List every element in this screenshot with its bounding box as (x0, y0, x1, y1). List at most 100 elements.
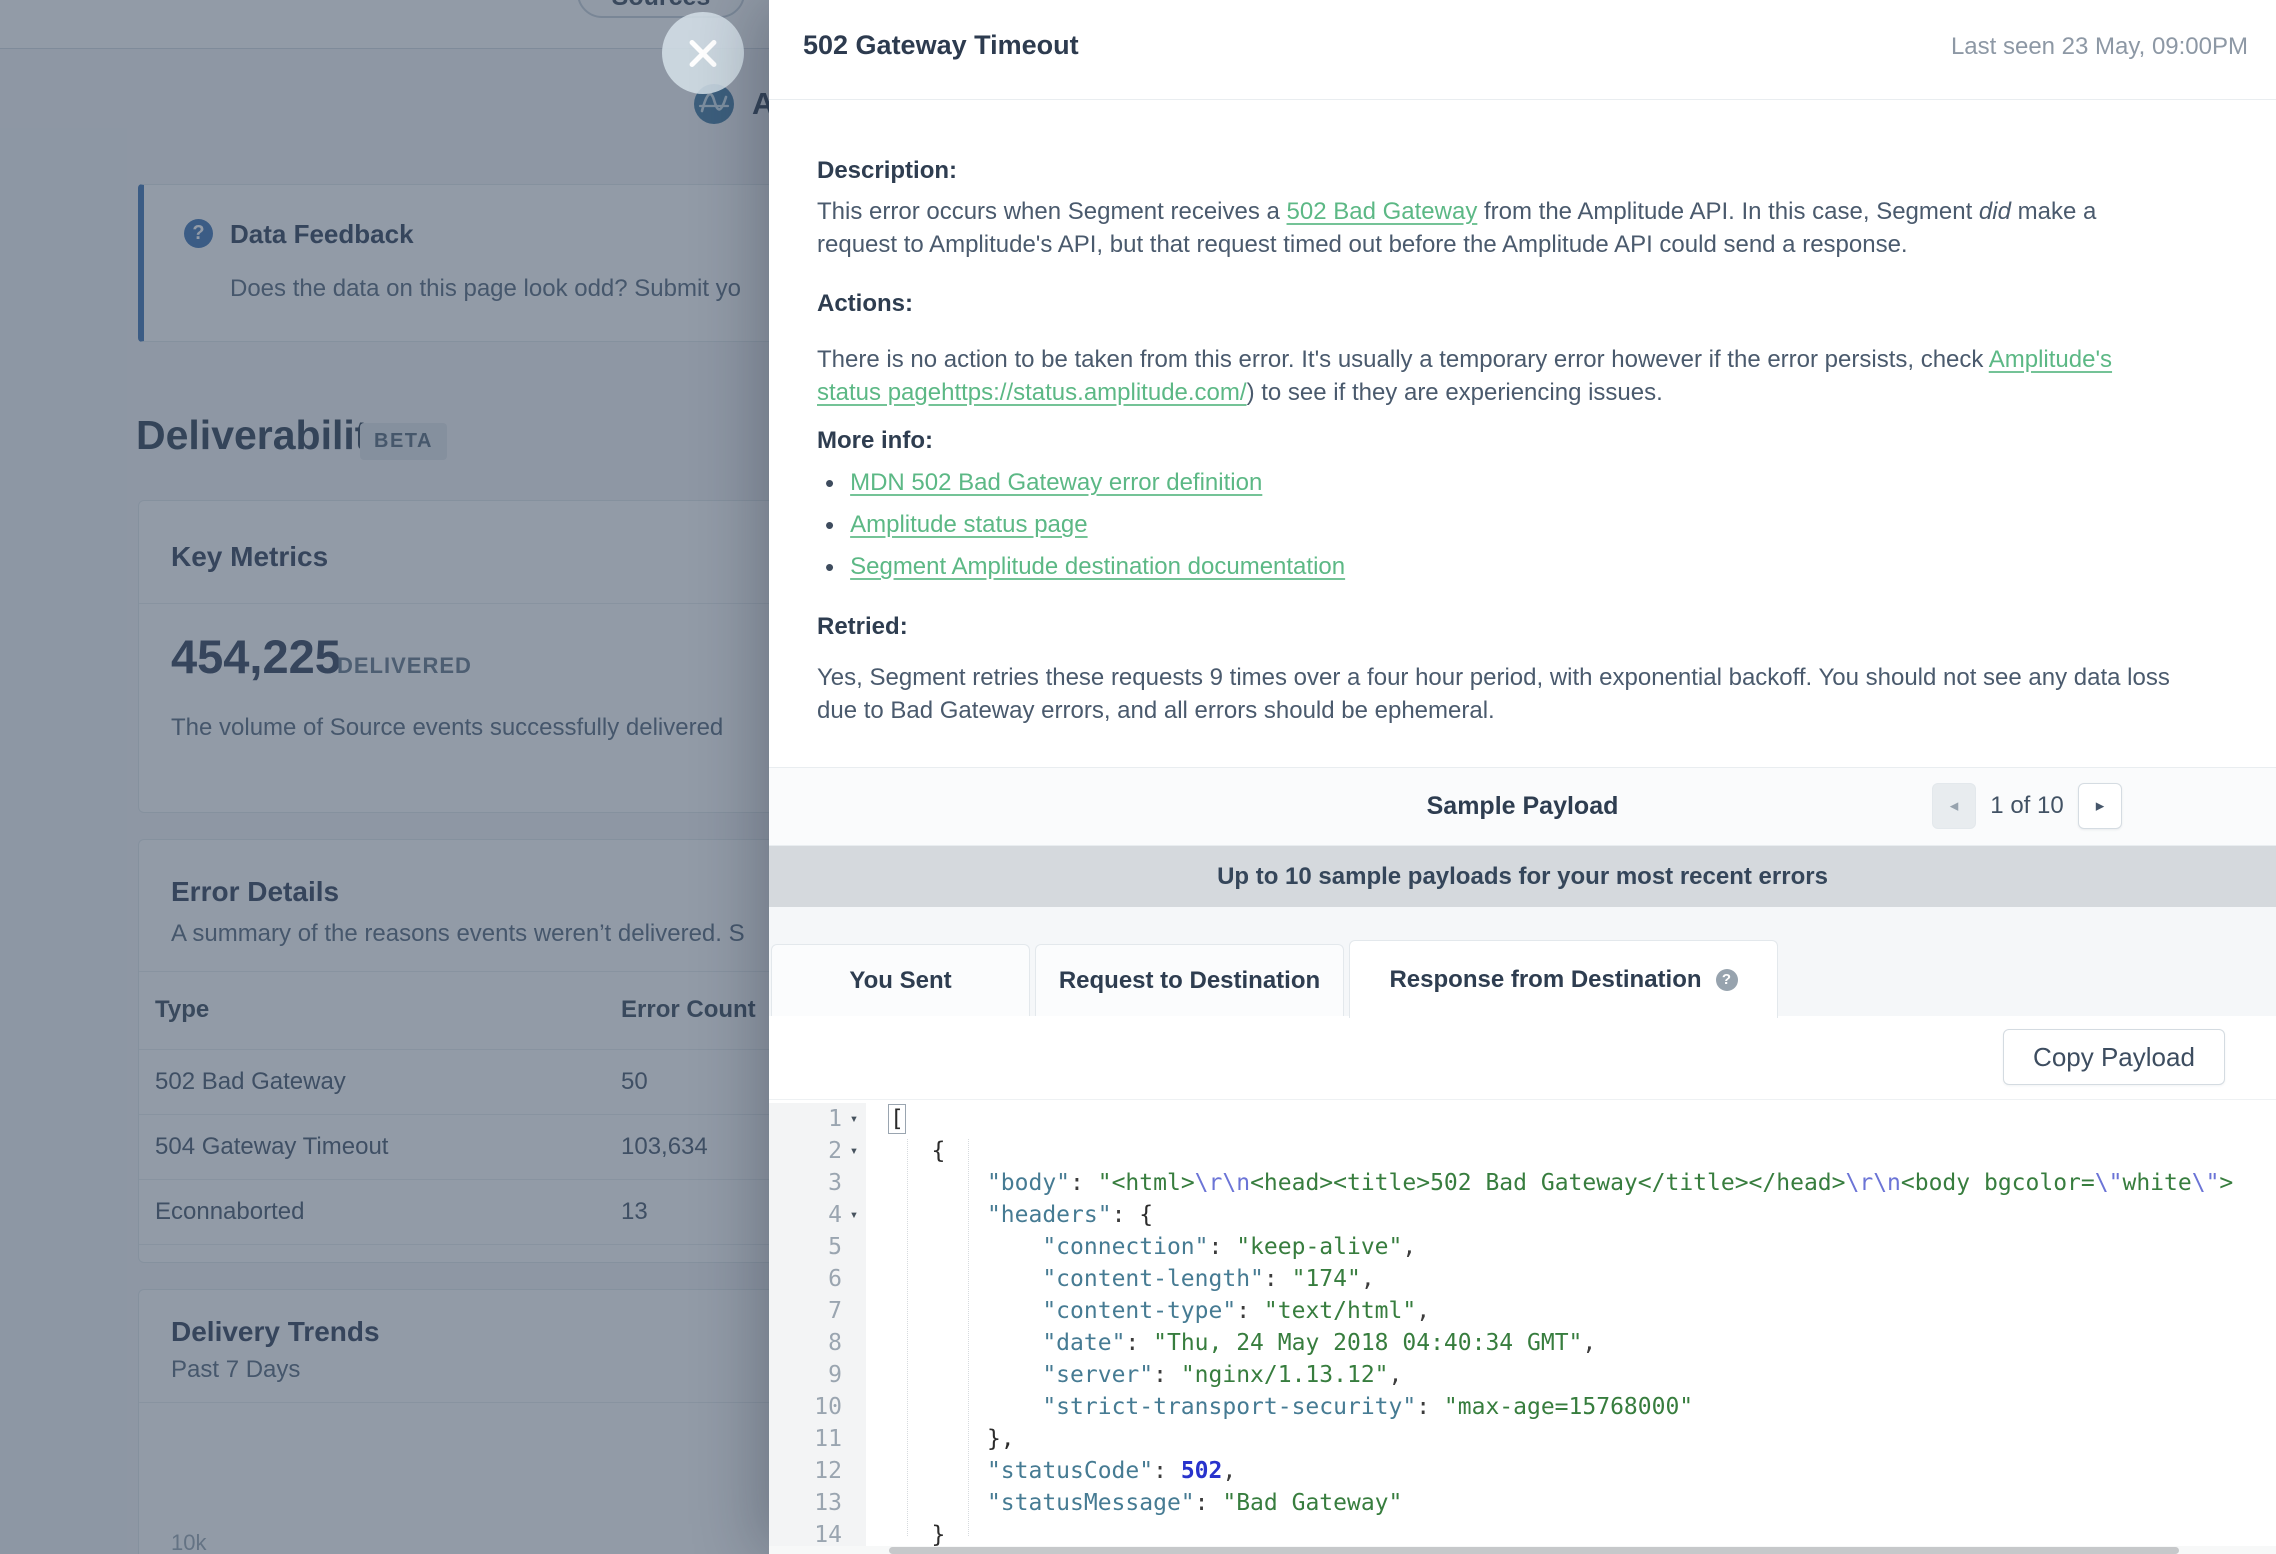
line-number: 5 (769, 1234, 866, 1260)
fold-toggle-icon[interactable]: ▾ (842, 1143, 866, 1159)
line-number: 11 (769, 1426, 866, 1452)
line-number-text: 14 (814, 1522, 842, 1546)
line-number: 9 (769, 1362, 866, 1388)
retried-label: Retried: (817, 613, 908, 641)
more-info-list: •MDN 502 Bad Gateway error definition•Am… (825, 462, 1345, 588)
code-line: 10 "strict-transport-security": "max-age… (769, 1391, 2276, 1423)
tab-request-to-destination[interactable]: Request to Destination (1035, 944, 1344, 1017)
code-text: "statusMessage": "Bad Gateway" (866, 1490, 1402, 1516)
overlay-scrim[interactable] (0, 0, 770, 1554)
code-text: "content-length": "174", (866, 1266, 1375, 1292)
line-number-text: 4 (828, 1202, 842, 1228)
error-detail-panel: 502 Gateway Timeout Last seen 23 May, 09… (769, 0, 2276, 1554)
previous-payload-button[interactable]: ◂ (1932, 783, 1976, 829)
code-text: } (866, 1522, 945, 1546)
payload-page-indicator: 1 of 10 (1988, 792, 2066, 820)
line-number: 3 (769, 1170, 866, 1196)
text-run: This error occurs when Segment receives … (817, 198, 1287, 225)
line-number-text: 12 (814, 1458, 842, 1484)
token-e: \" (2192, 1170, 2220, 1196)
last-seen-timestamp: Last seen 23 May, 09:00PM (1951, 33, 2248, 61)
token-p: : (1112, 1202, 1140, 1228)
code-line: 8 "date": "Thu, 24 May 2018 04:40:34 GMT… (769, 1327, 2276, 1359)
token-p: : (1209, 1234, 1237, 1260)
code-line: 3 "body": "<html>\r\n<head><title>502 Ba… (769, 1167, 2276, 1199)
token-e: \r\n (1195, 1170, 1250, 1196)
code-text: { (866, 1138, 945, 1164)
token-s: "Thu, 24 May 2018 04:40:34 GMT" (1153, 1330, 1582, 1356)
token-k: "headers" (987, 1202, 1112, 1228)
token-k: "content-length" (1042, 1266, 1264, 1292)
code-line: 7 "content-type": "text/html", (769, 1295, 2276, 1327)
tab-response-from-destination[interactable]: Response from Destination? (1349, 940, 1778, 1018)
line-number: 10 (769, 1394, 866, 1420)
actions-paragraph: There is no action to be taken from this… (817, 344, 2182, 409)
token-p: : (1195, 1490, 1223, 1516)
token-k: "statusCode" (987, 1458, 1153, 1484)
code-line: 12 "statusCode": 502, (769, 1455, 2276, 1487)
line-number-text: 7 (828, 1298, 842, 1324)
payload-tabs: You Sent Request to DestinationResponse f… (769, 907, 2276, 1017)
token-p: : (1264, 1266, 1292, 1292)
token-p: , (1389, 1362, 1403, 1388)
payload-code-viewer: 1▾[2▾ {3 "body": "<html>\r\n<head><title… (769, 1103, 2276, 1546)
code-line: 9 "server": "nginx/1.13.12", (769, 1359, 2276, 1391)
token-p: : (1125, 1330, 1153, 1356)
divider (769, 99, 2276, 100)
code-line: 6 "content-length": "174", (769, 1263, 2276, 1295)
payload-pager: ◂ 1 of 10 ▸ (1932, 783, 2122, 829)
token-p: : (1153, 1362, 1181, 1388)
panel-title: 502 Gateway Timeout (803, 30, 1079, 61)
fold-toggle-icon[interactable]: ▾ (842, 1111, 866, 1127)
token-n: 502 (1181, 1458, 1223, 1484)
description-paragraph: This error occurs when Segment receives … (817, 196, 2182, 261)
token-b: }, (987, 1426, 1015, 1452)
bullet-icon: • (825, 554, 834, 580)
inline-link[interactable]: 502 Bad Gateway (1287, 198, 1478, 225)
token-k: "connection" (1042, 1234, 1208, 1260)
close-button[interactable] (662, 12, 744, 94)
sample-payload-bar: Sample Payload ◂ 1 of 10 ▸ (769, 767, 2276, 846)
line-number: 6 (769, 1266, 866, 1292)
line-number-text: 9 (828, 1362, 842, 1388)
code-text: "connection": "keep-alive", (866, 1234, 1416, 1260)
token-k: "statusMessage" (987, 1490, 1195, 1516)
help-icon[interactable]: ? (1716, 969, 1738, 991)
token-s: <head><title>502 Bad Gateway</title></he… (1250, 1170, 1845, 1196)
line-number: 7 (769, 1298, 866, 1324)
line-number-text: 13 (814, 1490, 842, 1516)
line-number: 4▾ (769, 1202, 866, 1228)
token-k: "content-type" (1042, 1298, 1236, 1324)
line-number: 1▾ (769, 1106, 866, 1132)
tab-you-sent[interactable]: You Sent (771, 944, 1030, 1017)
token-s: "keep-alive" (1236, 1234, 1402, 1260)
more-info-link[interactable]: Segment Amplitude destination documentat… (850, 553, 1345, 581)
token-e: \" (2095, 1170, 2123, 1196)
code-text: "strict-transport-security": "max-age=15… (866, 1394, 1693, 1420)
line-number: 8 (769, 1330, 866, 1356)
emphasis-text: did (1979, 198, 2011, 225)
token-p: : (1236, 1298, 1264, 1324)
screen: Sources A ? Data Feedback Does the data … (0, 0, 2276, 1554)
retried-paragraph: Yes, Segment retries these requests 9 ti… (817, 662, 2192, 727)
next-payload-button[interactable]: ▸ (2078, 783, 2122, 829)
code-text: "date": "Thu, 24 May 2018 04:40:34 GMT", (866, 1330, 1596, 1356)
actions-label: Actions: (817, 290, 913, 318)
line-number-text: 1 (828, 1106, 842, 1132)
sample-payload-banner: Up to 10 sample payloads for your most r… (769, 846, 2276, 907)
fold-toggle-icon[interactable]: ▾ (842, 1207, 866, 1223)
token-b: { (1139, 1202, 1153, 1228)
more-info-link[interactable]: Amplitude status page (850, 511, 1087, 539)
tab-label: You Sent (849, 967, 951, 995)
copy-payload-button[interactable]: Copy Payload (2003, 1029, 2225, 1085)
token-p: : (1416, 1394, 1444, 1420)
token-s: "text/html" (1264, 1298, 1416, 1324)
code-text: "body": "<html>\r\n<head><title>502 Bad … (866, 1170, 2233, 1196)
token-k: "server" (1042, 1362, 1153, 1388)
code-text: "content-type": "text/html", (866, 1298, 1430, 1324)
code-line: 4▾ "headers": { (769, 1199, 2276, 1231)
more-info-link[interactable]: MDN 502 Bad Gateway error definition (850, 469, 1262, 497)
scrollbar-thumb[interactable] (889, 1547, 2179, 1554)
line-number: 14 (769, 1522, 866, 1546)
text-run: There is no action to be taken from this… (817, 346, 1989, 373)
